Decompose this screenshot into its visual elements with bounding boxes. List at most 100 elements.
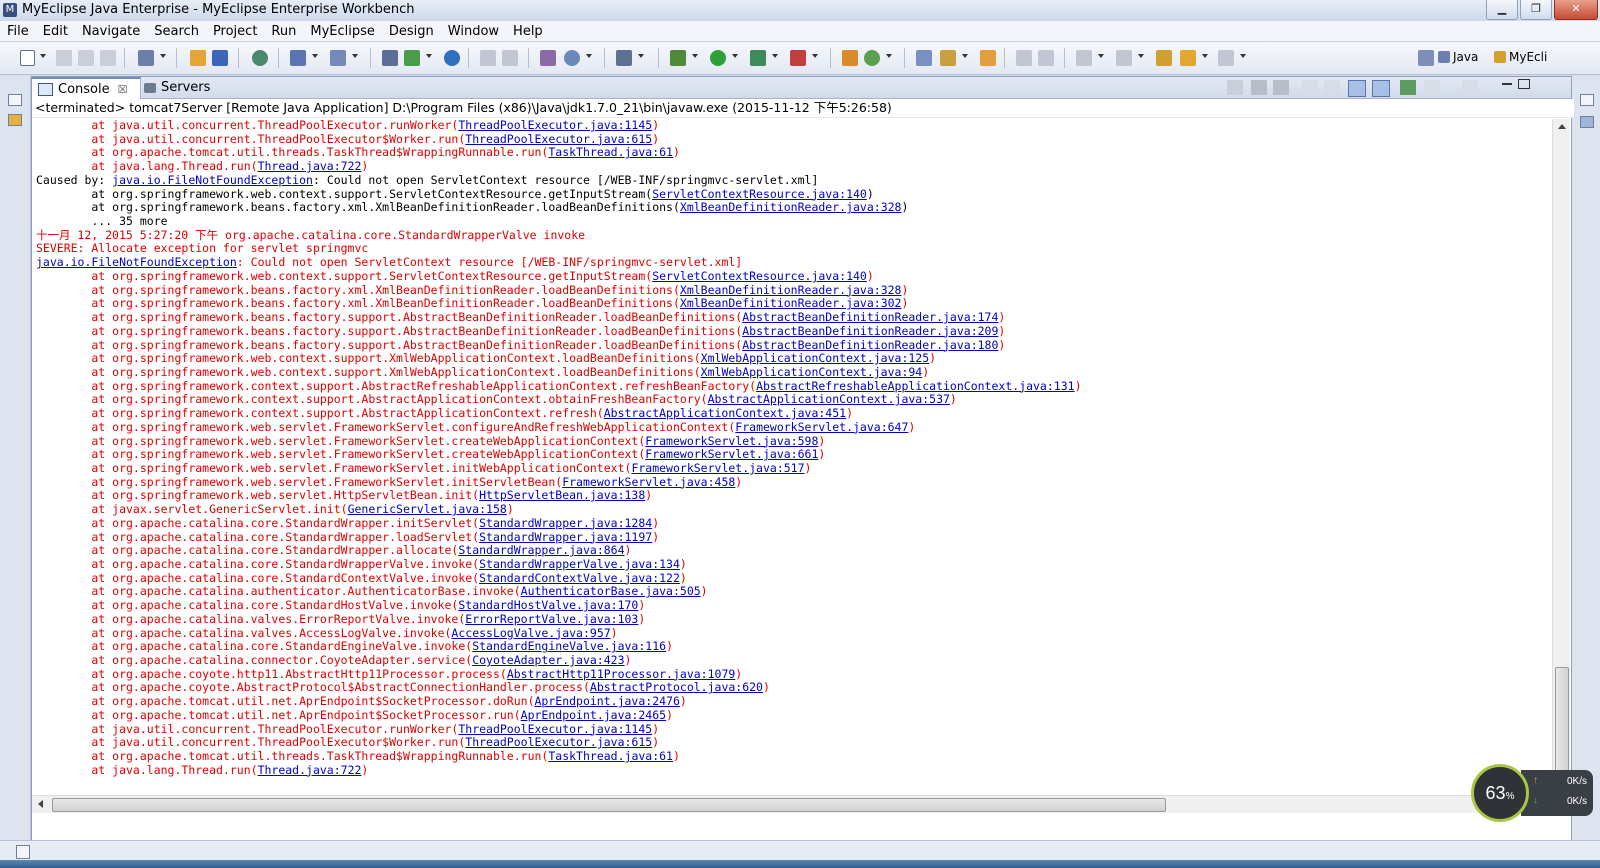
web-service-dropdown-icon[interactable] — [312, 54, 318, 58]
source-link[interactable]: XmlBeanDefinitionReader.java:302 — [680, 296, 902, 310]
remove-launch-icon[interactable] — [1251, 80, 1267, 95]
console-output[interactable]: at java.util.concurrent.ThreadPoolExecut… — [32, 119, 1556, 795]
menu-edit[interactable]: Edit — [36, 24, 75, 39]
show-on-stderr-icon[interactable] — [1372, 80, 1390, 97]
menu-help[interactable]: Help — [506, 24, 550, 39]
network-speed-widget[interactable]: ↑ 0K/s ↓ 0K/s 63% — [1471, 764, 1593, 822]
globe-dropdown-icon[interactable] — [586, 54, 592, 58]
source-link[interactable]: ThreadPoolExecutor.java:1145 — [458, 119, 652, 132]
toggle-view-dropdown-icon[interactable] — [638, 54, 644, 58]
scroll-lock-icon[interactable] — [1324, 80, 1340, 95]
new-package-icon[interactable] — [842, 50, 858, 66]
horizontal-scroll-thumb[interactable] — [52, 798, 1166, 812]
pencil-dropdown-icon[interactable] — [962, 54, 968, 58]
source-link[interactable]: AccessLogValve.java:957 — [451, 626, 610, 640]
last-edit-icon[interactable] — [1156, 50, 1172, 66]
next-annotation-dropdown-icon[interactable] — [1098, 54, 1104, 58]
close-button[interactable]: ✕ — [1554, 0, 1598, 20]
source-link[interactable]: FrameworkServlet.java:661 — [645, 447, 818, 461]
pencil-icon[interactable] — [940, 50, 956, 66]
run-icon[interactable] — [710, 50, 726, 66]
open-perspective-icon[interactable] — [1418, 50, 1434, 66]
menu-navigate[interactable]: Navigate — [75, 24, 147, 39]
clear-console-icon[interactable] — [1302, 80, 1318, 95]
refresh-icon[interactable] — [1038, 50, 1054, 66]
remove-all-terminated-icon[interactable] — [1273, 80, 1289, 95]
source-link[interactable]: StandardWrapperValve.java:134 — [479, 557, 680, 571]
new-class-dropdown-icon[interactable] — [886, 54, 892, 58]
save-all-icon[interactable] — [78, 50, 94, 66]
source-link[interactable]: StandardHostValve.java:170 — [458, 598, 638, 612]
perspective-myeclipse[interactable]: MyEcli — [1494, 50, 1547, 64]
source-link[interactable]: TaskThread.java:61 — [548, 145, 673, 160]
new-class-icon[interactable] — [864, 50, 880, 66]
coverage-dropdown-icon[interactable] — [772, 54, 778, 58]
vertical-scrollbar[interactable] — [1552, 119, 1570, 799]
external-tools-icon[interactable] — [790, 50, 806, 66]
outline-icon[interactable] — [1580, 116, 1594, 128]
restore-right-view-icon[interactable] — [1580, 94, 1594, 106]
web-service-icon[interactable] — [290, 50, 306, 66]
menu-project[interactable]: Project — [206, 24, 264, 39]
source-link[interactable]: AbstractBeanDefinitionReader.java:180 — [742, 338, 998, 352]
horizontal-scrollbar[interactable] — [32, 795, 1552, 813]
run-server-dropdown-icon[interactable] — [426, 54, 432, 58]
source-link[interactable]: AprEndpoint.java:2476 — [535, 694, 680, 708]
source-link[interactable]: XmlBeanDefinitionReader.java:328 — [680, 200, 902, 214]
annotation-icon[interactable] — [1016, 50, 1032, 66]
source-link[interactable]: FrameworkServlet.java:517 — [631, 461, 804, 475]
forward-icon[interactable] — [1218, 50, 1234, 66]
show-on-stdout-icon[interactable] — [1348, 80, 1366, 97]
restore-view-icon[interactable] — [8, 94, 22, 106]
manage-deployments-icon[interactable] — [382, 50, 398, 66]
source-link[interactable]: StandardWrapper.java:1284 — [479, 516, 652, 530]
source-link[interactable]: StandardWrapper.java:864 — [458, 543, 624, 557]
source-link[interactable]: ServletContextResource.java:140 — [652, 269, 867, 283]
cut-icon[interactable] — [480, 50, 496, 66]
source-link[interactable]: AbstractBeanDefinitionReader.java:174 — [742, 310, 998, 324]
design-view-icon[interactable] — [540, 50, 556, 66]
menu-file[interactable]: File — [0, 24, 36, 39]
open-perspective-tool-icon[interactable] — [916, 50, 932, 66]
globe-icon[interactable] — [564, 50, 580, 66]
menu-design[interactable]: Design — [382, 24, 441, 39]
back-dropdown-icon[interactable] — [1202, 54, 1208, 58]
source-link[interactable]: FrameworkServlet.java:647 — [735, 420, 908, 434]
source-link[interactable]: XmlWebApplicationContext.java:94 — [701, 365, 923, 379]
new-wizard-icon[interactable] — [138, 50, 154, 66]
debug-icon[interactable] — [670, 50, 686, 66]
source-link[interactable]: ThreadPoolExecutor.java:615 — [465, 735, 652, 749]
menu-window[interactable]: Window — [441, 24, 506, 39]
minimize-view-icon[interactable] — [1502, 79, 1512, 85]
source-link[interactable]: AuthenticatorBase.java:505 — [521, 584, 701, 599]
source-link[interactable]: CoyoteAdapter.java:423 — [472, 653, 624, 667]
source-link[interactable]: AbstractProtocol.java:620 — [590, 680, 763, 695]
search-tool-icon[interactable] — [330, 50, 346, 66]
next-annotation-icon[interactable] — [1076, 50, 1092, 66]
maximize-view-icon[interactable] — [1518, 79, 1530, 89]
forward-dropdown-icon[interactable] — [1240, 54, 1246, 58]
tab-console[interactable]: Console ☒ — [32, 77, 141, 99]
fast-view-icon[interactable] — [16, 845, 30, 859]
close-tab-icon[interactable]: ☒ — [118, 83, 128, 96]
tab-servers[interactable]: Servers — [144, 77, 244, 98]
menu-search[interactable]: Search — [147, 24, 206, 39]
source-link[interactable]: ThreadPoolExecutor.java:615 — [465, 132, 652, 146]
external-tools-dropdown-icon[interactable] — [812, 54, 818, 58]
source-link[interactable]: java.io.FileNotFoundException — [112, 173, 313, 187]
open-console-icon[interactable] — [1462, 80, 1478, 95]
source-link[interactable]: AbstractApplicationContext.java:451 — [604, 406, 846, 420]
source-link[interactable]: Thread.java:722 — [258, 763, 362, 777]
wizard-dropdown-icon[interactable] — [160, 54, 166, 58]
debug-dropdown-icon[interactable] — [692, 54, 698, 58]
source-link[interactable]: XmlBeanDefinitionReader.java:328 — [680, 283, 902, 297]
source-link[interactable]: TaskThread.java:61 — [548, 749, 673, 763]
source-link[interactable]: AprEndpoint.java:2465 — [521, 708, 666, 722]
run-server-icon[interactable] — [404, 50, 420, 66]
source-link[interactable]: AbstractHttp11Processor.java:1079 — [507, 667, 735, 681]
source-link[interactable]: Thread.java:722 — [258, 159, 362, 173]
new-icon[interactable] — [20, 50, 35, 66]
open-type-icon[interactable] — [190, 50, 206, 66]
coverage-icon[interactable] — [750, 50, 766, 66]
toggle-view-icon[interactable] — [616, 50, 632, 66]
